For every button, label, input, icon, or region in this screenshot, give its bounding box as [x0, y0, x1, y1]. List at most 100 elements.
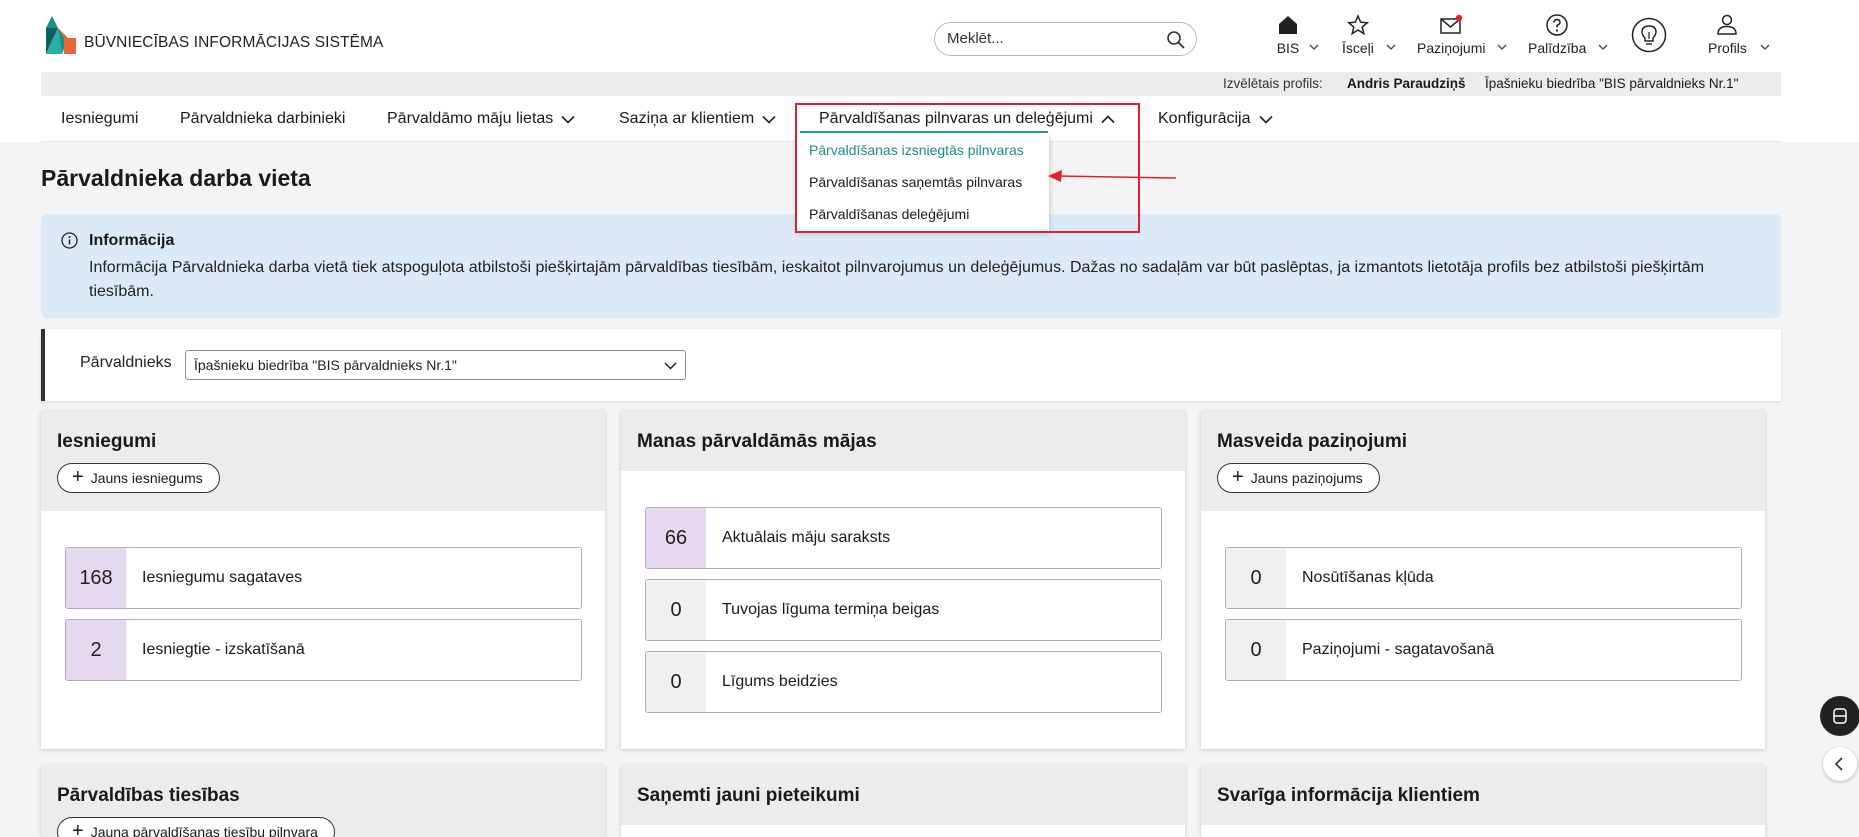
button-label: Jauns iesniegums [90, 470, 203, 486]
plus-icon: + [1232, 466, 1244, 488]
topnav-label-profile: Profils [1708, 40, 1747, 56]
brand-name: BŪVNIECĪBAS INFORMĀCIJAS SISTĒMA [84, 34, 384, 51]
nav-item-label: Saziņa ar klientiem [619, 110, 755, 127]
stat-row-contract-ending[interactable]: 0 Tuvojas līguma termiņa beigas [645, 579, 1162, 641]
search-input[interactable] [947, 30, 1157, 47]
nav-item-client-communication[interactable]: Saziņa ar klientiem [619, 110, 776, 128]
card-title: Pārvaldības tiesības [57, 785, 240, 806]
card-managed-houses: Manas pārvaldāmās mājas 66 Aktuālais māj… [621, 411, 1185, 749]
chevron-down-icon [664, 362, 677, 370]
stat-count: 168 [66, 548, 126, 608]
stat-row-in-review[interactable]: 2 Iesniegtie - izskatīšanā [65, 619, 582, 681]
stat-label: Nosūtīšanas kļūda [1302, 569, 1434, 586]
card-bulk-notices: Masveida paziņojumi + Jauns paziņojums 0 … [1201, 411, 1765, 749]
topnav-ideas[interactable] [1631, 17, 1667, 53]
topnav-label-shortcuts: Īsceļi [1342, 40, 1374, 56]
info-text: Informācija Pārvaldnieka darba vietā tie… [89, 259, 1705, 300]
collapse-side-panel-button[interactable] [1823, 747, 1857, 781]
stat-row-drafts[interactable]: 168 Iesniegumu sagataves [65, 547, 582, 609]
new-notice-button[interactable]: + Jauns paziņojums [1217, 463, 1380, 493]
nav-item-configuration[interactable]: Konfigurācija [1158, 110, 1273, 128]
card-management-rights: Pārvaldības tiesības + Jauna pārvaldīšana… [41, 765, 605, 837]
chevron-down-icon [561, 115, 575, 124]
card-submissions: Iesniegumi + Jauns iesniegums 168 Iesnieg… [41, 411, 605, 749]
chevron-left-icon [1834, 757, 1843, 771]
card-title: Saņemti jauni pieteikumi [637, 785, 860, 806]
user-icon [1717, 14, 1738, 35]
chevron-down-icon[interactable] [1309, 44, 1319, 50]
bis-logo-icon [46, 16, 76, 54]
topnav-help[interactable]: Palīdzība [1528, 12, 1586, 56]
search-icon[interactable] [1166, 30, 1186, 50]
manager-select[interactable]: Īpašnieku biedrība "BIS pārvaldnieks Nr.… [185, 350, 686, 380]
chevron-down-icon[interactable] [1497, 44, 1507, 50]
stat-label: Aktuālais māju saraksts [722, 529, 891, 546]
home-icon [1279, 16, 1297, 34]
topnav-bis[interactable]: BIS [1275, 12, 1301, 56]
chevron-down-icon[interactable] [1386, 44, 1396, 50]
bis-logo[interactable]: BŪVNIECĪBAS INFORMĀCIJAS SISTĒMA [44, 14, 383, 54]
topnav-label-notifications: Paziņojumi [1417, 40, 1486, 56]
stat-count: 2 [66, 620, 126, 680]
manager-select-value: Īpašnieku biedrība "BIS pārvaldnieks Nr.… [194, 357, 457, 373]
card-header [1201, 411, 1765, 511]
stat-count: 66 [646, 508, 706, 568]
card-header [41, 411, 605, 511]
stat-label: Līgums beidzies [722, 673, 838, 690]
card-new-applications: Saņemti jauni pieteikumi [621, 765, 1185, 837]
topnav-profile[interactable]: Profils [1708, 12, 1747, 56]
help-icon [1546, 14, 1568, 36]
selected-profile-label: Izvēlētais profils: [1223, 76, 1323, 91]
card-title: Manas pārvaldāmās mājas [637, 431, 877, 452]
new-rights-mandate-button[interactable]: + Jauna pārvaldīšanas tiesību pilnvara [57, 817, 335, 837]
chevron-down-icon [1258, 115, 1273, 124]
selected-profile-bar: Izvēlētais profils: Andris Paraudziņš Īp… [41, 72, 1781, 96]
topnav-label-help: Palīdzība [1528, 40, 1587, 56]
nav-item-employees[interactable]: Pārvaldnieka darbinieki [180, 110, 345, 128]
stat-row-current-houses[interactable]: 66 Aktuālais māju saraksts [645, 507, 1162, 569]
stat-row-send-error[interactable]: 0 Nosūtīšanas kļūda [1225, 547, 1742, 609]
search-box[interactable] [934, 22, 1197, 56]
card-title: Svarīga informācija klientiem [1217, 785, 1480, 806]
stat-count: 0 [646, 580, 706, 640]
manager-label: Pārvaldnieks [80, 354, 172, 371]
new-submission-button[interactable]: + Jauns iesniegums [57, 463, 220, 493]
selected-profile-user[interactable]: Andris Paraudziņš [1347, 76, 1466, 91]
chatbot-icon [1833, 708, 1847, 724]
nav-item-label: Pārvaldāmo māju lietas [387, 110, 554, 127]
topnav-shortcuts[interactable]: Īsceļi [1342, 12, 1374, 56]
nav-item-submissions[interactable]: Iesniegumi [61, 110, 138, 128]
button-label: Jauns paziņojums [1250, 470, 1363, 486]
stat-count: 0 [1226, 548, 1286, 608]
card-client-info: Svarīga informācija klientiem [1201, 765, 1765, 837]
chevron-down-icon[interactable] [1760, 44, 1770, 50]
stat-label: Iesniegumu sagataves [142, 569, 303, 586]
nav-item-label: Iesniegumi [61, 110, 139, 127]
stat-label: Paziņojumi - sagatavošanā [1302, 641, 1495, 658]
stat-row-contract-ended[interactable]: 0 Līgums beidzies [645, 651, 1162, 713]
plus-icon: + [72, 466, 84, 488]
topnav-notifications[interactable]: Paziņojumi [1417, 12, 1485, 56]
assistant-button[interactable] [1820, 696, 1859, 736]
lightbulb-icon [1631, 17, 1667, 53]
plus-icon: + [72, 820, 84, 837]
stat-count: 0 [646, 652, 706, 712]
nav-item-label: Konfigurācija [1158, 110, 1251, 127]
nav-item-label: Pārvaldnieka darbinieki [180, 110, 346, 127]
stat-row-notices-draft[interactable]: 0 Paziņojumi - sagatavošanā [1225, 619, 1742, 681]
card-title: Iesniegumi [57, 431, 157, 452]
stat-count: 0 [1226, 620, 1286, 680]
chevron-down-icon [762, 115, 776, 124]
mail-icon [1440, 14, 1463, 34]
chevron-down-icon[interactable] [1598, 44, 1608, 50]
nav-item-houses[interactable]: Pārvaldāmo māju lietas [387, 110, 575, 128]
manager-selector-panel: Pārvaldnieks Īpašnieku biedrība "BIS pār… [41, 329, 1781, 401]
stat-label: Tuvojas līguma termiņa beigas [722, 601, 940, 618]
stat-label: Iesniegtie - izskatīšanā [142, 641, 305, 658]
selected-profile-org[interactable]: Īpašnieku biedrība "BIS pārvaldnieks Nr.… [1485, 76, 1738, 91]
annotation-arrow-icon [1048, 170, 1177, 182]
button-label: Jauna pārvaldīšanas tiesību pilnvara [90, 824, 318, 837]
info-title: Informācija [89, 232, 175, 249]
info-icon [61, 232, 78, 249]
page-title: Pārvaldnieka darba vieta [41, 165, 311, 191]
